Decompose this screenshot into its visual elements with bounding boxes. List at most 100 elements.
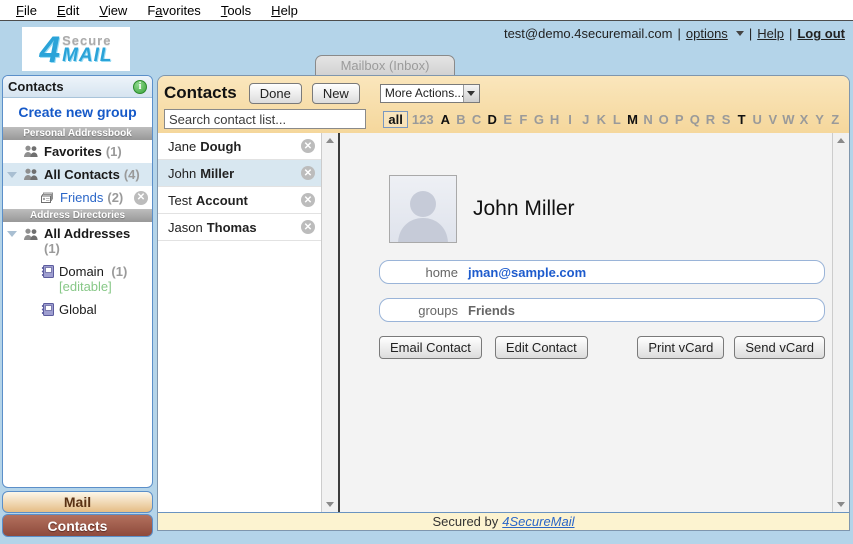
alphabet-letter-R[interactable]: R xyxy=(703,112,719,127)
securemail-link[interactable]: 4SecureMail xyxy=(502,514,574,529)
scroll-down-icon[interactable] xyxy=(326,502,334,507)
sidebar-item-global[interactable]: Global xyxy=(3,298,152,321)
account-email: test@demo.4securemail.com xyxy=(504,26,673,41)
alphabet-letter-V[interactable]: V xyxy=(765,112,781,127)
delete-contact-icon[interactable]: ✕ xyxy=(301,139,315,153)
mail-nav-button[interactable]: Mail xyxy=(2,491,153,513)
alphabet-letter-P[interactable]: P xyxy=(671,112,687,127)
menu-item-file[interactable]: File xyxy=(6,1,47,20)
dropdown-arrow-icon[interactable] xyxy=(463,85,479,102)
secured-by-text: Secured by xyxy=(432,514,498,529)
search-input[interactable] xyxy=(164,109,366,129)
info-icon[interactable]: i xyxy=(133,80,147,94)
sidebar-item-favorites[interactable]: Favorites (1) xyxy=(3,140,152,163)
sidebar-item-friends[interactable]: Friends (2) ✕ xyxy=(3,186,152,209)
alphabet-letter-B[interactable]: B xyxy=(453,112,469,127)
logout-link[interactable]: Log out xyxy=(797,26,845,41)
alphabet-letter-Q[interactable]: Q xyxy=(687,112,703,127)
menu-item-help[interactable]: Help xyxy=(261,1,308,20)
delete-contact-icon[interactable]: ✕ xyxy=(301,220,315,234)
alphabet-letter-A[interactable]: A xyxy=(438,112,454,127)
field-value-groups: Friends xyxy=(468,303,515,318)
contact-row-jane-dough[interactable]: Jane Dough ✕ xyxy=(158,133,321,160)
edit-contact-button[interactable]: Edit Contact xyxy=(495,336,588,359)
sidebar-item-label: All Contacts xyxy=(44,167,120,182)
item-count: (1) xyxy=(44,241,130,256)
alphabet-letter-F[interactable]: F xyxy=(516,112,532,127)
tab-mailbox-inbox[interactable]: Mailbox (Inbox) xyxy=(315,55,455,75)
contacts-nav-button[interactable]: Contacts xyxy=(2,514,153,537)
menu-item-tools[interactable]: Tools xyxy=(211,1,261,20)
alphabet-letter-G[interactable]: G xyxy=(531,112,547,127)
alphabet-letter-Z[interactable]: Z xyxy=(827,112,843,127)
section-personal-addressbook: Personal Addressbook xyxy=(3,127,152,140)
more-actions-select[interactable]: More Actions... xyxy=(380,84,480,103)
contact-last-name: Miller xyxy=(200,166,234,181)
alphabet-letter-K[interactable]: K xyxy=(594,112,610,127)
item-count: (1) xyxy=(111,264,127,279)
sidebar-item-domain[interactable]: Domain (1) [editable] xyxy=(3,260,152,298)
sidebar-item-all-addresses[interactable]: All Addresses (1) xyxy=(3,222,152,260)
contact-list-scrollbar[interactable] xyxy=(321,133,338,512)
alphabet-letter-L[interactable]: L xyxy=(609,112,625,127)
scroll-up-icon[interactable] xyxy=(837,138,845,143)
contact-row-jason-thomas[interactable]: JasonThomas✕ xyxy=(158,214,321,241)
done-button[interactable]: Done xyxy=(249,83,302,104)
alphabet-letter-X[interactable]: X xyxy=(796,112,812,127)
alphabet-letter-W[interactable]: W xyxy=(781,112,797,127)
expander-icon[interactable] xyxy=(7,172,17,178)
field-home-email: home jman@sample.com xyxy=(379,260,825,284)
alphabet-letter-U[interactable]: U xyxy=(749,112,765,127)
scroll-up-icon[interactable] xyxy=(326,138,334,143)
address-book-icon xyxy=(41,303,54,316)
account-bar: test@demo.4securemail.com | options | He… xyxy=(504,26,845,41)
logo-number: 4 xyxy=(39,31,60,68)
alphabet-letter-N[interactable]: N xyxy=(640,112,656,127)
editable-note: [editable] xyxy=(59,279,127,294)
expander-icon[interactable] xyxy=(7,231,17,237)
sidebar-title: Contacts xyxy=(8,79,133,94)
alphabet-letter-S[interactable]: S xyxy=(718,112,734,127)
send-vcard-button[interactable]: Send vCard xyxy=(734,336,825,359)
alphabet-letter-Y[interactable]: Y xyxy=(812,112,828,127)
menu-item-view[interactable]: View xyxy=(89,1,137,20)
alphabet-letter-T[interactable]: T xyxy=(734,112,750,127)
menu-item-favorites[interactable]: Favorites xyxy=(137,1,210,20)
new-button[interactable]: New xyxy=(312,83,360,104)
sidebar-item-label: Global xyxy=(59,302,97,317)
print-vcard-button[interactable]: Print vCard xyxy=(637,336,724,359)
menu-item-edit[interactable]: Edit xyxy=(47,1,89,20)
contact-first-name: John xyxy=(168,166,196,181)
sidebar-item-all-contacts[interactable]: All Contacts (4) xyxy=(3,163,152,186)
alphabet-filter-123[interactable]: 123 xyxy=(412,112,434,127)
alphabet-letter-D[interactable]: D xyxy=(484,112,500,127)
help-link[interactable]: Help xyxy=(757,26,784,41)
sidebar-panel: Contacts i Create new group Personal Add… xyxy=(2,75,153,488)
delete-contact-icon[interactable]: ✕ xyxy=(301,166,315,180)
scroll-down-icon[interactable] xyxy=(837,502,845,507)
alphabet-filter-all[interactable]: all xyxy=(383,111,407,128)
contact-row-john-miller[interactable]: John Miller ✕ xyxy=(158,160,321,187)
contact-last-name: Dough xyxy=(200,139,241,154)
options-caret-icon[interactable] xyxy=(736,31,744,36)
detail-scrollbar[interactable] xyxy=(832,133,849,512)
sidebar-item-label: Favorites xyxy=(44,144,102,159)
alphabet-letter-M[interactable]: M xyxy=(625,112,641,127)
alphabet-letter-C[interactable]: C xyxy=(469,112,485,127)
alphabet-letter-J[interactable]: J xyxy=(578,112,594,127)
address-book-icon xyxy=(41,265,54,278)
field-value-email[interactable]: jman@sample.com xyxy=(468,265,586,280)
alphabet-letter-H[interactable]: H xyxy=(547,112,563,127)
email-contact-button[interactable]: Email Contact xyxy=(379,336,482,359)
sidebar-header: Contacts i xyxy=(3,76,152,98)
alphabet-letter-E[interactable]: E xyxy=(500,112,516,127)
options-link[interactable]: options xyxy=(686,26,728,41)
delete-group-icon[interactable]: ✕ xyxy=(134,191,148,205)
alphabet-letter-O[interactable]: O xyxy=(656,112,672,127)
contact-first-name: Jane xyxy=(168,139,196,154)
alphabet-letter-I[interactable]: I xyxy=(562,112,578,127)
contact-name: John Miller xyxy=(473,197,575,221)
delete-contact-icon[interactable]: ✕ xyxy=(301,193,315,207)
contact-row-test-account[interactable]: TestAccount✕ xyxy=(158,187,321,214)
create-new-group-link[interactable]: Create new group xyxy=(3,98,152,127)
